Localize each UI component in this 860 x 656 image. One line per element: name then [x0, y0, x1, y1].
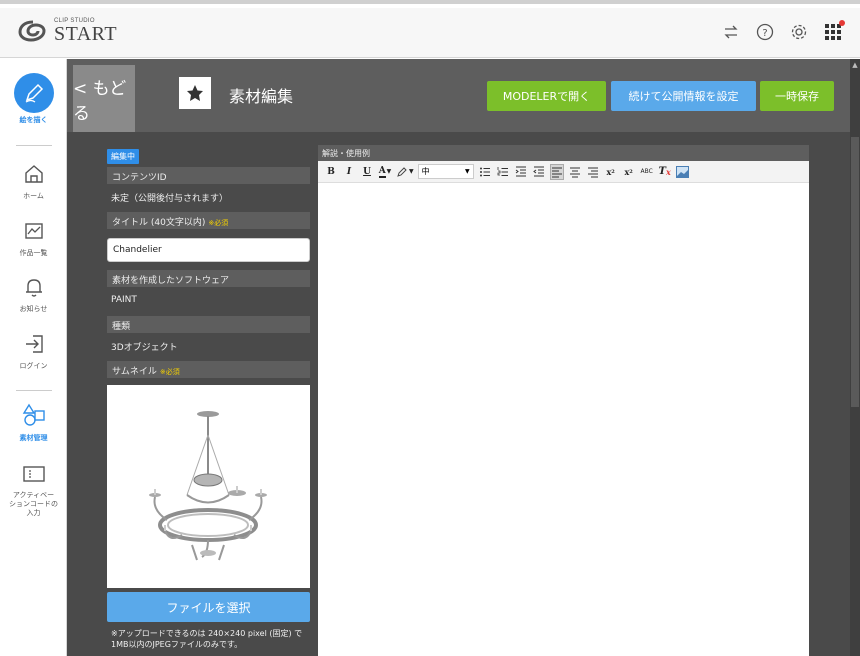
logo-swirl-icon [18, 20, 46, 42]
indent-icon[interactable] [514, 164, 528, 180]
sidebar-divider [16, 145, 52, 146]
chevron-down-icon: ▼ [409, 168, 414, 175]
home-icon [24, 165, 43, 183]
editor-heading: 解説・使用例 [318, 145, 809, 161]
title-input[interactable]: Chandelier [107, 238, 310, 262]
thumbnail-label: サムネイル [112, 367, 157, 377]
align-right-icon[interactable] [586, 164, 600, 180]
open-in-modeler-button[interactable]: MODELERで開く [487, 81, 606, 111]
highlight-button[interactable]: ▼ [396, 164, 414, 180]
sidebar-item-materials[interactable]: 素材管理 [0, 403, 67, 443]
sidebar-item-label: ログイン [19, 362, 48, 370]
bell-icon [25, 279, 42, 297]
required-mark: ※必須 [208, 219, 229, 227]
clear-format-icon[interactable]: Tx [658, 164, 672, 180]
label-line: 入力 [26, 509, 41, 518]
sidebar-item-login[interactable]: ログイン [0, 333, 67, 371]
app-window: CLIP STUDIO START ? 絵を描く ホーム 作品一覧 お知らせ ロ… [0, 0, 860, 656]
underline-button[interactable]: U [360, 164, 374, 180]
numbered-list-icon[interactable] [496, 164, 510, 180]
page-title: 素材編集 [229, 87, 294, 106]
login-icon [25, 335, 43, 353]
sidebar-item-label: お知らせ [19, 305, 48, 313]
header-band: < もどる 素材編集 MODELERで開く 続けて公開情報を設定 一時保存 [67, 59, 850, 132]
required-mark: ※必須 [159, 368, 180, 376]
help-icon[interactable]: ? [756, 23, 774, 41]
chandelier-image [149, 411, 267, 561]
pen-icon [13, 73, 54, 113]
back-button[interactable]: < もどる [73, 65, 135, 132]
gear-icon[interactable] [790, 23, 808, 41]
chevron-down-icon: ▼ [386, 168, 392, 175]
sync-icon[interactable] [722, 23, 740, 41]
thumbnail-preview [107, 385, 310, 588]
sidebar-item-draw[interactable]: 絵を描く [0, 73, 67, 125]
bold-button[interactable]: B [324, 164, 338, 180]
superscript-icon[interactable]: x2 [622, 164, 636, 180]
sidebar-item-label: ホーム [23, 192, 44, 200]
editing-badge: 編集中 [107, 149, 139, 164]
align-left-icon[interactable] [549, 163, 564, 180]
sidebar-item-news[interactable]: お知らせ [0, 276, 67, 314]
temp-save-button[interactable]: 一時保存 [760, 81, 834, 111]
chevron-down-icon: ▼ [465, 168, 470, 175]
align-center-icon[interactable] [568, 164, 582, 180]
scroll-up-icon[interactable]: ▲ [851, 61, 859, 69]
editor-text-area[interactable] [318, 183, 809, 656]
materials-icon [22, 403, 45, 426]
content-id-value: 未定（公開後付与されます） [111, 194, 229, 204]
subscript-icon[interactable]: x2 [604, 164, 618, 180]
sidebar-item-label: 作品一覧 [19, 249, 48, 257]
outdent-icon[interactable] [532, 164, 546, 180]
label-line: ションコードの [9, 500, 58, 509]
italic-button[interactable]: I [342, 164, 356, 180]
type-value: 3Dオブジェクト [111, 343, 178, 353]
notification-dot [839, 20, 845, 26]
software-value: PAINT [111, 295, 137, 305]
thumbnail-label-row: サムネイル ※必須 [107, 361, 310, 378]
app-grid-icon[interactable] [824, 20, 845, 41]
main-panel: < もどる 素材編集 MODELERで開く 続けて公開情報を設定 一時保存 ▲ … [67, 59, 860, 656]
sidebar: 絵を描く ホーム 作品一覧 お知らせ ログイン 素材管理 アクティベー ションコ… [0, 59, 67, 656]
title-label-row: タイトル (40文字以内) ※必須 [107, 212, 310, 229]
clip-studio-logo[interactable]: CLIP STUDIO START [18, 18, 117, 44]
description-editor: 解説・使用例 B I U A ▼ ▼ 中 ▼ x 2 x 2 ABC T x [318, 145, 809, 656]
font-size-select[interactable]: 中 ▼ [417, 164, 474, 179]
font-color-letter: A [378, 165, 386, 178]
choose-file-button[interactable]: ファイルを選択 [107, 592, 310, 622]
gallery-icon [24, 223, 43, 239]
bullet-list-icon[interactable] [478, 164, 492, 180]
top-bar: CLIP STUDIO START ? [0, 8, 860, 58]
top-icons: ? [722, 20, 845, 41]
upload-note: ※アップロードできるのは 240×240 pixel (固定) で1MB以内のJ… [111, 629, 303, 650]
set-publish-info-button[interactable]: 続けて公開情報を設定 [611, 81, 756, 111]
sidebar-item-label: 素材管理 [19, 434, 48, 442]
sidebar-divider [16, 390, 52, 391]
image-icon[interactable] [676, 164, 690, 180]
spellcheck-icon[interactable]: ABC [640, 164, 654, 180]
font-color-button[interactable]: A ▼ [378, 164, 392, 180]
software-label: 素材を作成したソフトウェア [107, 270, 310, 287]
sidebar-item-home[interactable]: ホーム [0, 163, 67, 201]
sidebar-item-label: アクティベー ションコードの 入力 [0, 491, 67, 518]
highlighter-icon [397, 166, 407, 177]
sidebar-item-gallery[interactable]: 作品一覧 [0, 220, 67, 258]
ticket-icon [22, 466, 45, 482]
title-label: タイトル (40文字以内) [112, 218, 206, 228]
svg-text:?: ? [762, 28, 767, 39]
logo-big-text: START [54, 23, 118, 45]
editor-toolbar: B I U A ▼ ▼ 中 ▼ x 2 x 2 ABC T x [318, 161, 809, 183]
label-line: アクティベー [12, 491, 55, 499]
sidebar-item-label: 絵を描く [19, 116, 48, 124]
star-document-icon [179, 77, 211, 109]
scrollbar-thumb[interactable] [851, 137, 859, 407]
type-label: 種類 [107, 316, 310, 333]
sidebar-item-activation[interactable]: アクティベー ションコードの 入力 [0, 464, 67, 518]
font-size-value: 中 [421, 167, 430, 176]
content-id-label: コンテンツID [107, 167, 310, 184]
